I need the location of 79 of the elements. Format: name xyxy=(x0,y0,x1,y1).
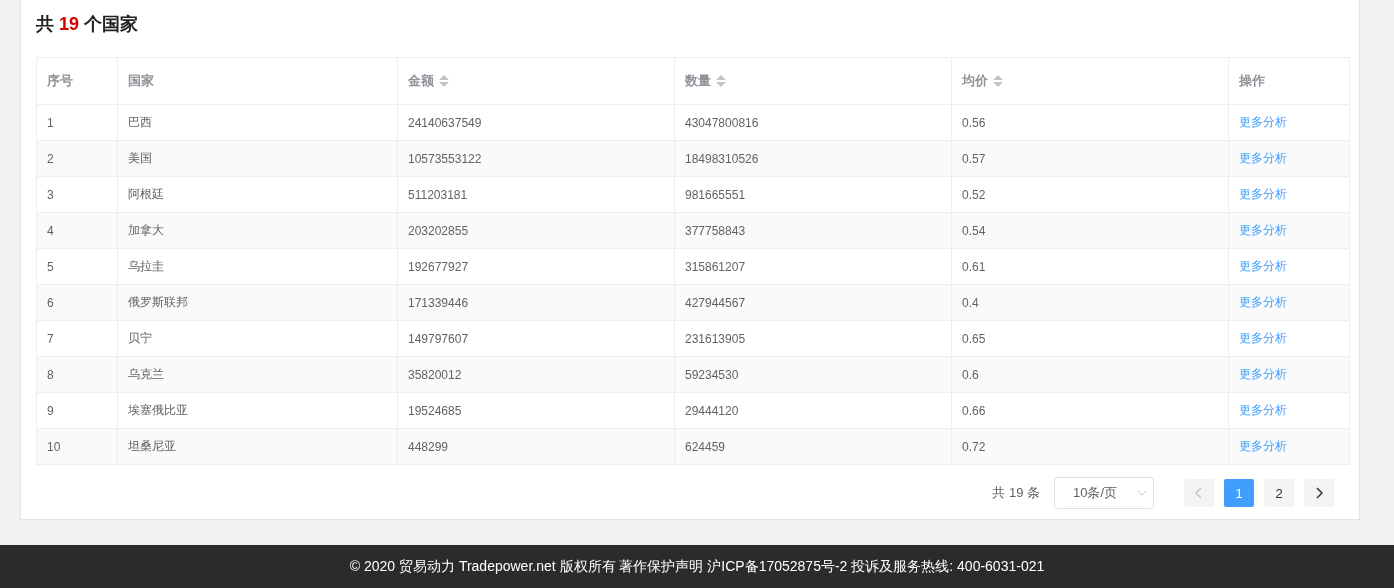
more-analysis-link[interactable]: 更多分析 xyxy=(1239,295,1287,309)
more-analysis-link[interactable]: 更多分析 xyxy=(1239,331,1287,345)
table-cell: 231613905 xyxy=(674,320,952,357)
table-cell: 511203181 xyxy=(397,176,675,213)
table-cell: 43047800816 xyxy=(674,104,952,141)
sort-icon xyxy=(993,75,1003,87)
column-header[interactable]: 金额 xyxy=(397,57,675,105)
table-cell: 阿根廷 xyxy=(117,176,398,213)
chevron-right-icon xyxy=(1315,487,1323,499)
table-cell: 171339446 xyxy=(397,284,675,321)
table-cell: 0.6 xyxy=(951,356,1229,393)
table-cell: 8 xyxy=(36,356,118,393)
table-cell: 19524685 xyxy=(397,392,675,429)
table-cell: 0.65 xyxy=(951,320,1229,357)
table-cell: 2 xyxy=(36,140,118,177)
table-cell: 29444120 xyxy=(674,392,952,429)
page-size-select[interactable]: 10条/页 xyxy=(1054,477,1154,509)
sort-icon xyxy=(439,75,449,87)
table-cell: 0.4 xyxy=(951,284,1229,321)
table-cell: 981665551 xyxy=(674,176,952,213)
table-cell: 59234530 xyxy=(674,356,952,393)
table-cell: 贝宁 xyxy=(117,320,398,357)
caret-icon xyxy=(1137,490,1147,496)
table-cell: 0.57 xyxy=(951,140,1229,177)
table-cell: 149797607 xyxy=(397,320,675,357)
table-cell: 203202855 xyxy=(397,212,675,249)
table-cell: 乌克兰 xyxy=(117,356,398,393)
table-cell: 乌拉圭 xyxy=(117,248,398,285)
table-cell: 35820012 xyxy=(397,356,675,393)
table-cell: 0.61 xyxy=(951,248,1229,285)
table-cell: 6 xyxy=(36,284,118,321)
next-page-button[interactable] xyxy=(1304,479,1334,507)
table-cell: 192677927 xyxy=(397,248,675,285)
table-cell: 俄罗斯联邦 xyxy=(117,284,398,321)
table-cell: 4 xyxy=(36,212,118,249)
table-cell: 315861207 xyxy=(674,248,952,285)
column-header: 操作 xyxy=(1228,57,1350,105)
page-button[interactable]: 1 xyxy=(1224,479,1254,507)
table-cell: 0.66 xyxy=(951,392,1229,429)
sort-icon xyxy=(716,75,726,87)
table-cell: 9 xyxy=(36,392,118,429)
table-cell: 18498310526 xyxy=(674,140,952,177)
column-header[interactable]: 数量 xyxy=(674,57,952,105)
table-cell: 美国 xyxy=(117,140,398,177)
table-cell: 加拿大 xyxy=(117,212,398,249)
total-count: 共 19 条 xyxy=(992,484,1040,502)
table-cell: 0.56 xyxy=(951,104,1229,141)
more-analysis-link[interactable]: 更多分析 xyxy=(1239,223,1287,237)
table-cell: 10 xyxy=(36,428,118,465)
table-cell: 坦桑尼亚 xyxy=(117,428,398,465)
more-analysis-link[interactable]: 更多分析 xyxy=(1239,115,1287,129)
table-cell: 24140637549 xyxy=(397,104,675,141)
table-cell: 0.52 xyxy=(951,176,1229,213)
table-cell: 5 xyxy=(36,248,118,285)
chevron-left-icon xyxy=(1195,487,1203,499)
table-cell: 377758843 xyxy=(674,212,952,249)
more-analysis-link[interactable]: 更多分析 xyxy=(1239,187,1287,201)
more-analysis-link[interactable]: 更多分析 xyxy=(1239,367,1287,381)
table-cell: 427944567 xyxy=(674,284,952,321)
table-cell: 3 xyxy=(36,176,118,213)
table-cell: 448299 xyxy=(397,428,675,465)
table-cell: 巴西 xyxy=(117,104,398,141)
table-cell: 7 xyxy=(36,320,118,357)
more-analysis-link[interactable]: 更多分析 xyxy=(1239,439,1287,453)
column-header: 序号 xyxy=(36,57,118,105)
column-header[interactable]: 均价 xyxy=(951,57,1229,105)
table-cell: 埃塞俄比亚 xyxy=(117,392,398,429)
column-header: 国家 xyxy=(117,57,398,105)
copyright-text: © 2020 贸易动力 Tradepower.net 版权所有 著作保护声明 沪ICP备17052875号-2 投诉及服务热线: 400-6031-021 xyxy=(349,557,1045,576)
more-analysis-link[interactable]: 更多分析 xyxy=(1239,151,1287,165)
table-cell: 0.72 xyxy=(951,428,1229,465)
table-cell: 624459 xyxy=(674,428,952,465)
table-cell: 1 xyxy=(36,104,118,141)
more-analysis-link[interactable]: 更多分析 xyxy=(1239,403,1287,417)
section-title: 共 19 个国家 xyxy=(36,13,140,36)
table-cell: 0.54 xyxy=(951,212,1229,249)
page-button[interactable]: 2 xyxy=(1264,479,1294,507)
more-analysis-link[interactable]: 更多分析 xyxy=(1239,259,1287,273)
table-cell: 10573553122 xyxy=(397,140,675,177)
